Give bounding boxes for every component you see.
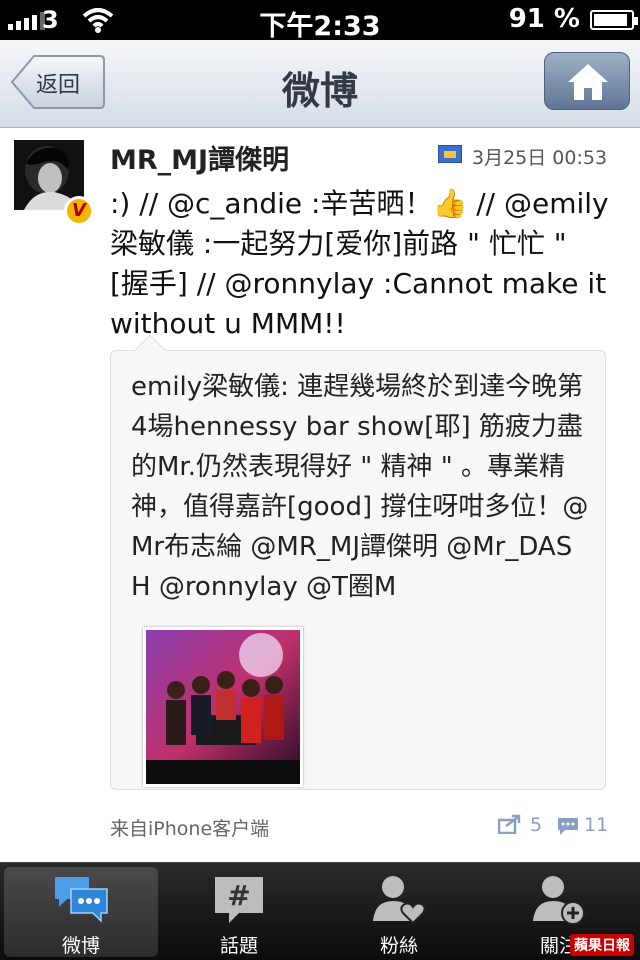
retweet-count[interactable]: 5 xyxy=(530,814,542,836)
svg-text:#: # xyxy=(227,879,250,912)
quoted-post[interactable]: emily梁敏儀: 連趕幾場終於到達今晚第4場hennessy bar show… xyxy=(110,334,606,790)
fans-heart-icon xyxy=(373,876,426,925)
battery-icon xyxy=(590,10,638,30)
battery-percentage: 91 % xyxy=(508,4,580,34)
navigation-bar: 返回 微博 xyxy=(0,40,640,128)
post-source: 来自iPhone客户端 xyxy=(110,818,270,840)
photo-thumbnail xyxy=(146,630,300,784)
tab-label: 粉絲 xyxy=(379,935,418,957)
post-timestamp: 3月25日 00:53 xyxy=(472,147,608,169)
quoted-post-photo[interactable] xyxy=(143,627,303,787)
device-icon xyxy=(438,145,462,163)
post-text: :) // @c_andie :辛苦晒！👍 // @emily梁敏儀 :一起努力… xyxy=(110,187,609,340)
quoted-post-text: emily梁敏儀: 連趕幾場終於到達今晚第4場hennessy bar show… xyxy=(131,372,589,602)
weibo-chat-icon xyxy=(55,877,108,923)
tab-weibo[interactable]: 微博 xyxy=(4,867,158,957)
home-icon xyxy=(568,64,608,100)
comment-icon[interactable] xyxy=(556,816,580,836)
tab-bar: 微博 # 話題 粉絲 關注 xyxy=(0,862,640,960)
watermark: 蘋果日報 xyxy=(570,934,634,956)
home-button[interactable] xyxy=(544,52,630,110)
retweet-icon[interactable] xyxy=(498,814,524,834)
tab-fans[interactable]: 粉絲 xyxy=(322,867,476,957)
tab-topics[interactable]: # 話題 xyxy=(162,867,316,957)
comment-count[interactable]: 11 xyxy=(584,814,608,836)
add-follow-icon xyxy=(533,876,585,925)
status-bar: 3 下午2:33 91 % xyxy=(0,0,640,42)
author-name[interactable]: MR_MJ譚傑明 xyxy=(110,138,289,177)
hashtag-icon: # xyxy=(215,877,263,923)
verified-badge-icon: V xyxy=(64,196,94,226)
tab-label: 話題 xyxy=(219,935,258,957)
tab-label: 微博 xyxy=(61,935,100,957)
